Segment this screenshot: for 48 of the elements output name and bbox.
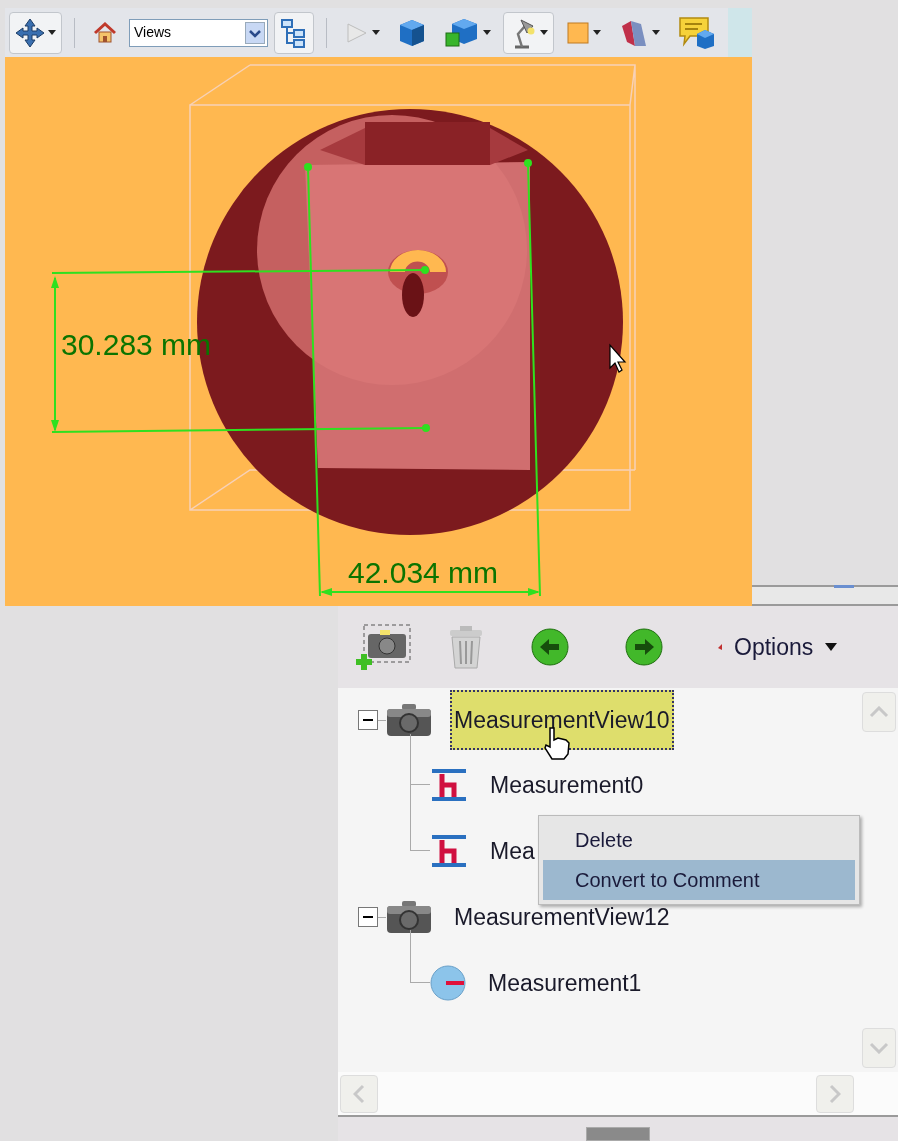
menu-item[interactable]: Delete [543,820,855,860]
splitter-bar[interactable] [752,585,898,606]
comment-cube-icon [678,15,717,50]
resize-grip[interactable] [586,1127,650,1141]
minus-icon [363,916,373,918]
caret-icon [540,30,549,35]
resize-bar[interactable] [338,1115,898,1141]
chevron-right-icon [829,1083,841,1104]
home-icon [93,21,117,44]
collapse-toggle[interactable] [358,710,378,730]
navigate-button[interactable] [9,11,62,54]
distance-measure-icon [430,834,468,868]
caret-icon [372,30,381,35]
move-arrows-icon [15,17,45,48]
menu-item[interactable]: Convert to Comment [543,860,855,900]
caret-icon [652,30,661,35]
toolbar-edge [728,8,752,57]
tree-item[interactable]: MeasurementView12 [452,903,672,931]
collapse-toggle[interactable] [358,907,378,927]
caret-icon [593,30,602,35]
chevron-left-icon [353,1083,365,1104]
tree-item[interactable]: Measurement1 [486,969,644,997]
minus-icon [363,719,373,721]
color-swatch-icon [566,20,591,45]
distance-measure-icon [430,768,468,802]
caret-icon [483,30,492,35]
caret-icon [48,30,56,35]
dimension-label: 42.034 mm [348,557,499,589]
cube-icon [398,17,427,48]
radius-measure-icon [430,965,466,1001]
add-camera-icon [354,622,412,672]
tree-item[interactable]: MeasurementView10 [450,690,674,750]
lamp-button[interactable] [503,11,555,54]
chevron-down-icon [869,1042,889,1054]
camera-icon [386,703,432,737]
options-menu-button[interactable]: Options [718,629,838,665]
chevron-up-icon [869,706,889,718]
cursor-icon [609,343,627,373]
small-marker-icon [718,644,722,650]
hand-cursor-icon [542,726,572,760]
tree-item[interactable]: Mea [488,837,537,865]
tree-item[interactable]: Measurement0 [488,771,646,799]
views-dropdown[interactable]: Views [129,18,269,47]
caret-icon [825,643,838,651]
dropdown-chevron-icon [245,21,266,44]
tree-button[interactable] [274,11,315,54]
splitter-handle[interactable] [834,585,854,588]
camera-icon [386,900,432,934]
